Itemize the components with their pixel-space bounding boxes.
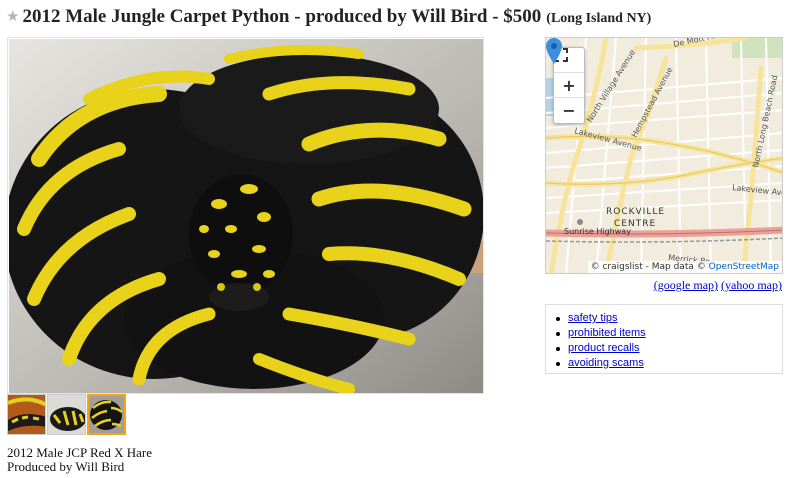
safety-links-box: safety tips prohibited items product rec… [545,304,783,374]
thumbnail-2-image [48,395,85,434]
thumbnail-3[interactable] [87,394,126,435]
posting-title-row: ★ 2012 Male Jungle Carpet Python - produ… [6,6,651,28]
bullet-icon [556,331,560,336]
list-item: safety tips [556,311,782,326]
map[interactable]: De Mott Avenue North Village Avenue Hemp… [545,37,783,274]
thumbnail-1[interactable] [7,394,46,435]
list-item: prohibited items [556,326,782,341]
list-item: avoiding scams [556,356,782,371]
posting-location: (Long Island NY) [546,11,652,26]
prohibited-items-link[interactable]: prohibited items [568,326,646,341]
openstreetmap-link[interactable]: OpenStreetMap [709,262,779,272]
posting-body: 2012 Male JCP Red X Hare Produced by Wil… [7,446,152,474]
posting-title: 2012 Male Jungle Carpet Python - produce… [22,6,542,27]
python-photo [9,39,483,393]
yahoo-map-link[interactable]: (yahoo map) [721,278,782,292]
bullet-icon [556,346,560,351]
thumbnail-1-image [8,395,45,434]
location-pin-icon[interactable] [546,38,562,64]
bullet-icon [556,361,560,366]
map-label-rockville: ROCKVILLE [606,207,665,217]
google-map-link[interactable]: (google map) [654,278,718,292]
map-attribution-text: © craigslist - Map data © [590,262,706,272]
train-station-icon [577,219,583,225]
list-item: product recalls [556,341,782,356]
bullet-icon [556,316,560,321]
safety-tips-link[interactable]: safety tips [568,311,618,326]
product-recalls-link[interactable]: product recalls [568,341,640,356]
safety-links-list: safety tips prohibited items product rec… [556,311,782,371]
thumbnail-strip [7,394,126,436]
zoom-in-button[interactable]: + [554,73,584,98]
posting-body-line-1: 2012 Male JCP Red X Hare [7,445,153,460]
star-icon[interactable]: ★ [6,7,19,25]
thumbnail-3-image [89,396,124,433]
zoom-out-button[interactable]: − [554,98,584,123]
avoiding-scams-link[interactable]: avoiding scams [568,356,644,371]
map-label-sunrise: Sunrise Highway [564,227,631,236]
posting-body-line-2: Produced by Will Bird [7,459,125,474]
map-links: (google map) (yahoo map) [654,278,782,293]
main-image[interactable] [7,37,484,394]
map-attribution: © craigslist - Map data © OpenStreetMap [587,261,782,273]
thumbnail-2[interactable] [47,394,86,435]
